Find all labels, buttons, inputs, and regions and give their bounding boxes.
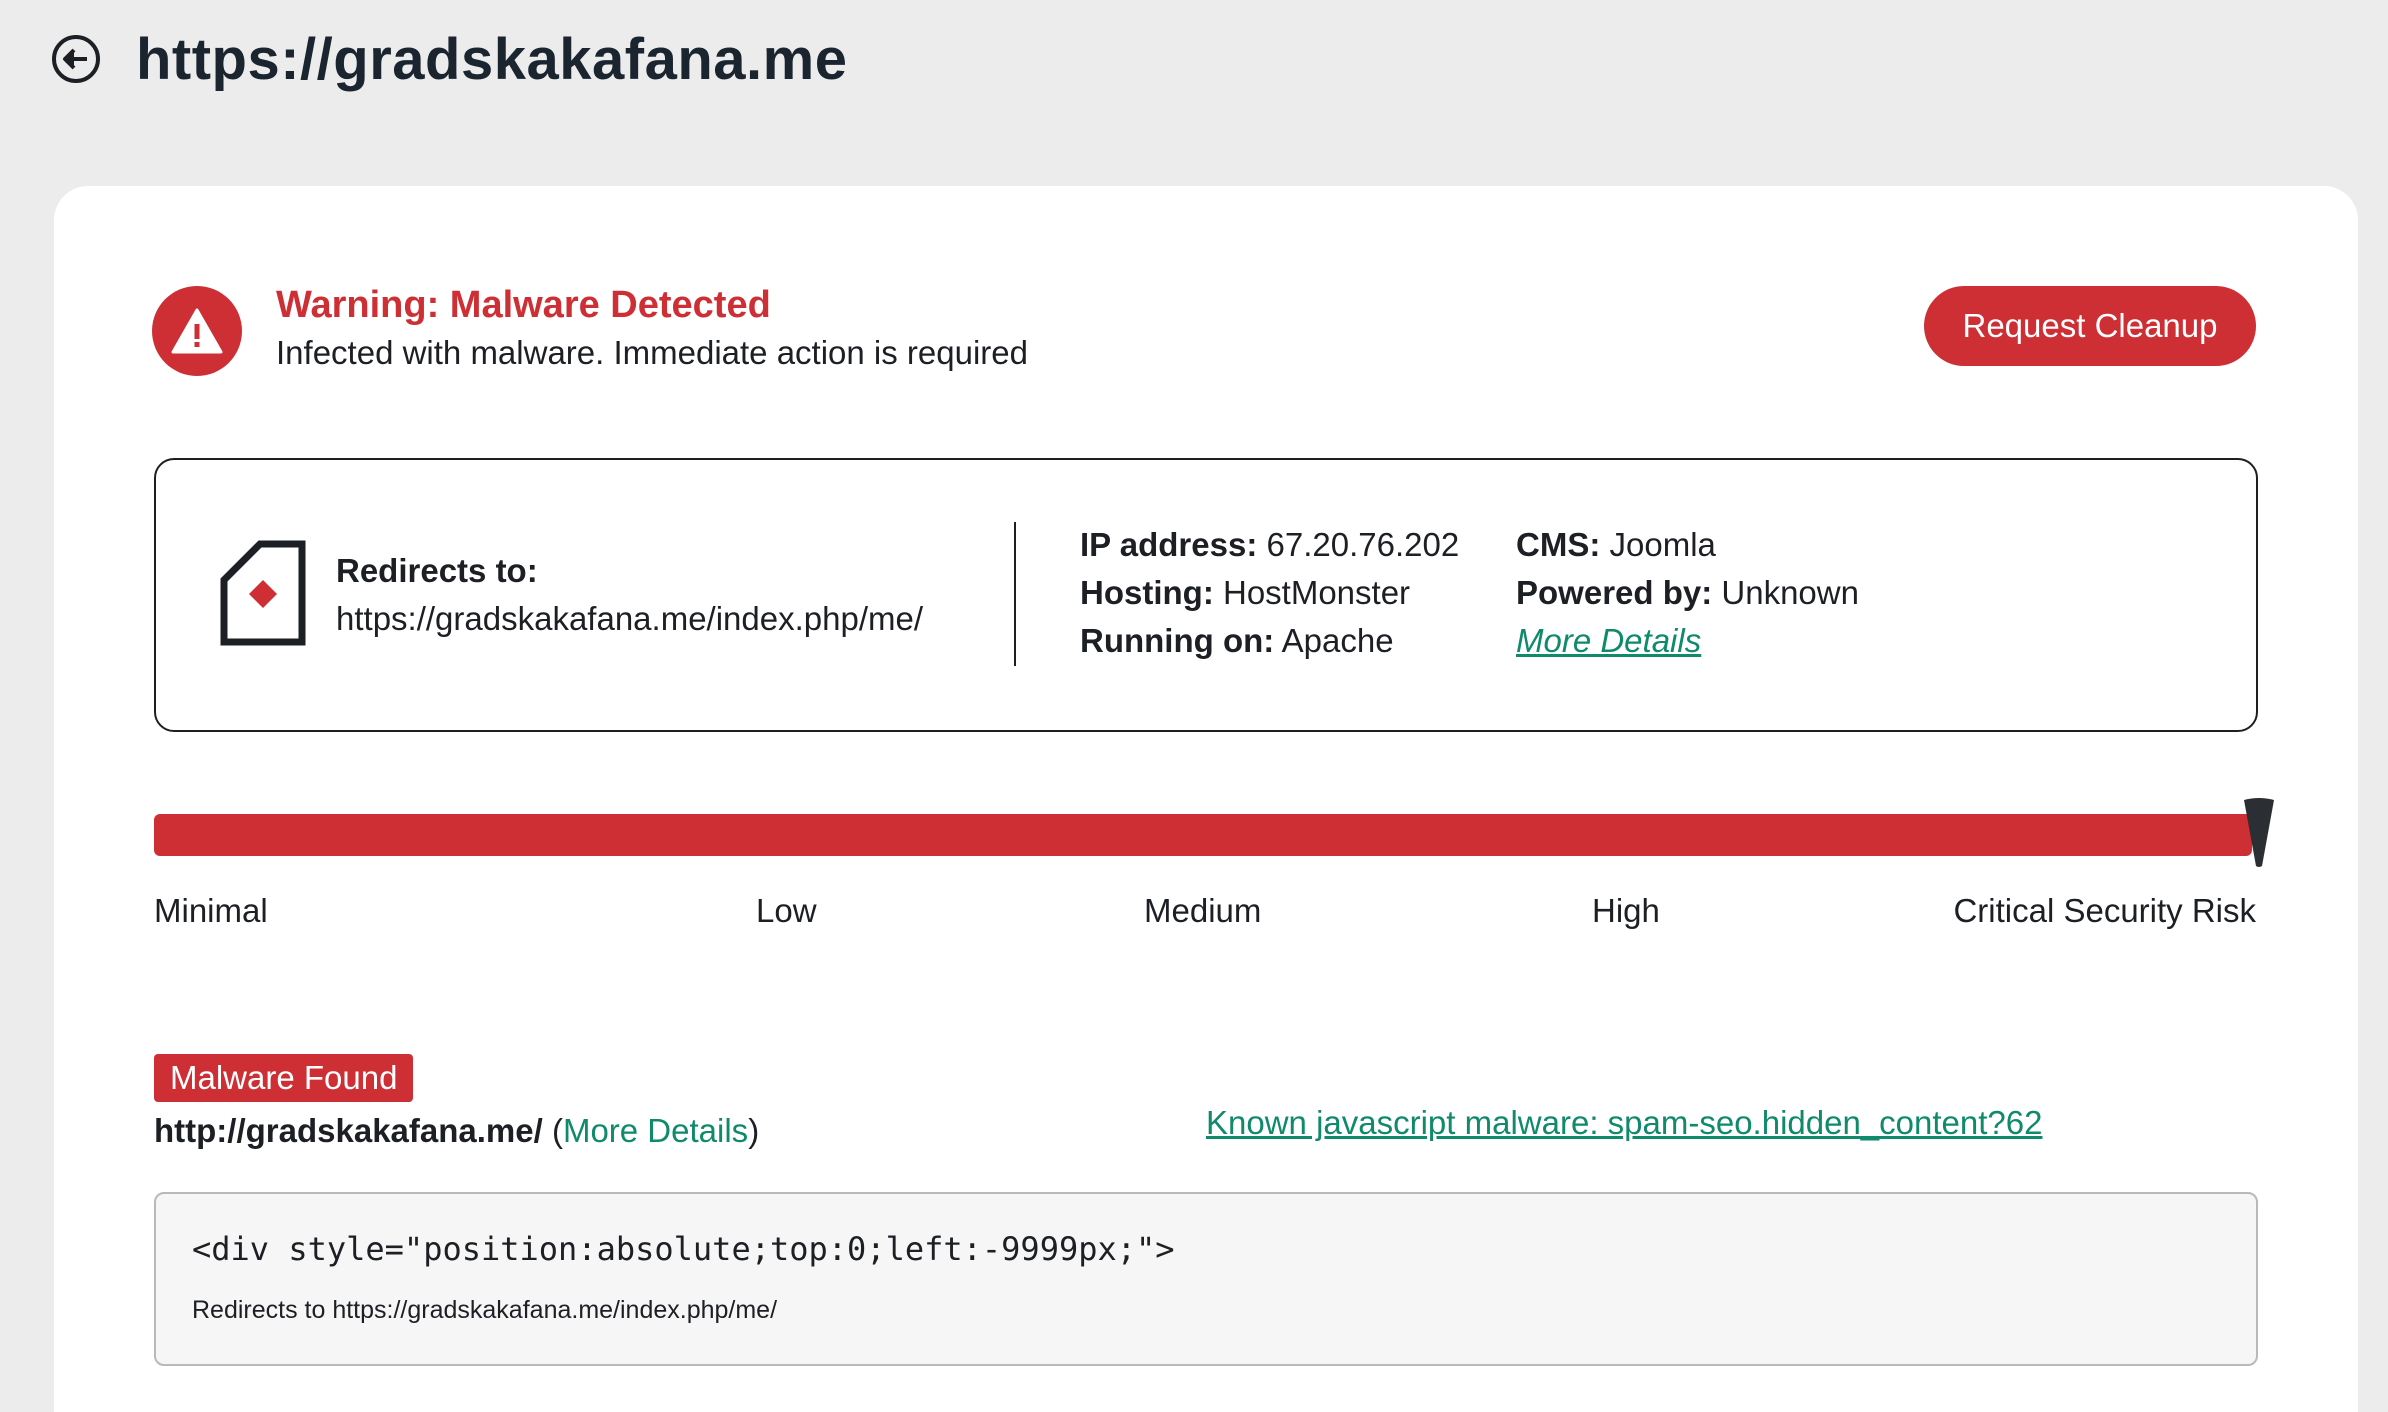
malware-code-note: Redirects to https://gradskakafana.me/in… bbox=[192, 1296, 778, 1324]
warning-subtitle: Infected with malware. Immediate action … bbox=[276, 334, 1029, 371]
more-details-link[interactable]: More Details bbox=[1516, 622, 1701, 659]
risk-label-high: High bbox=[1592, 892, 1660, 929]
paren-open: ( bbox=[542, 1112, 563, 1149]
malware-code-snippet: <div style="position:absolute;top:0;left… bbox=[192, 1230, 1175, 1268]
risk-meter-bar bbox=[154, 814, 2252, 856]
running-on-label: Running on: bbox=[1080, 622, 1275, 659]
warning-title: Warning: Malware Detected bbox=[276, 284, 771, 326]
scan-result-card: Warning: Malware Detected Infected with … bbox=[54, 186, 2358, 1412]
redirect-label: Redirects to: bbox=[336, 552, 538, 589]
site-info-box: Redirects to: https://gradskakafana.me/i… bbox=[154, 458, 2258, 732]
ip-address-row: IP address: 67.20.76.202 bbox=[1080, 526, 1459, 564]
risk-label-low: Low bbox=[756, 892, 817, 929]
warning-icon bbox=[152, 286, 242, 376]
more-details-row: More Details bbox=[1516, 622, 1701, 660]
hosting-row: Hosting: HostMonster bbox=[1080, 574, 1410, 612]
running-on-value: Apache bbox=[1281, 622, 1394, 659]
page: https://gradskakafana.me Warning: Malwar… bbox=[0, 0, 2388, 1412]
risk-label-medium: Medium bbox=[1144, 892, 1262, 929]
cms-label: CMS: bbox=[1516, 526, 1601, 563]
powered-by-value: Unknown bbox=[1721, 574, 1859, 611]
running-on-row: Running on: Apache bbox=[1080, 622, 1394, 660]
malware-url: http://gradskakafana.me/ bbox=[154, 1112, 543, 1149]
paren-close: ) bbox=[748, 1112, 760, 1149]
powered-by-label: Powered by: bbox=[1516, 574, 1713, 611]
hosting-label: Hosting: bbox=[1080, 574, 1214, 611]
powered-by-row: Powered by: Unknown bbox=[1516, 574, 1859, 612]
risk-level-marker-icon bbox=[2244, 798, 2274, 867]
malware-code-box: <div style="position:absolute;top:0;left… bbox=[154, 1192, 2258, 1366]
redirect-page-icon bbox=[220, 540, 306, 646]
risk-label-critical: Critical Security Risk bbox=[1953, 892, 2256, 929]
risk-label-minimal: Minimal bbox=[154, 892, 268, 929]
ip-address-label: IP address: bbox=[1080, 526, 1258, 563]
redirect-url: https://gradskakafana.me/index.php/me/ bbox=[336, 600, 924, 637]
malware-url-line: http://gradskakafana.me/ (More Details) bbox=[154, 1112, 759, 1150]
site-url-title: https://gradskakafana.me bbox=[136, 26, 848, 92]
malware-more-details-link[interactable]: More Details bbox=[563, 1112, 748, 1149]
malware-found-badge: Malware Found bbox=[154, 1054, 414, 1102]
back-button[interactable] bbox=[52, 35, 100, 83]
ip-address-value: 67.20.76.202 bbox=[1266, 526, 1460, 563]
cms-row: CMS: Joomla bbox=[1516, 526, 1716, 564]
hosting-value: HostMonster bbox=[1222, 574, 1411, 611]
cms-value: Joomla bbox=[1609, 526, 1716, 563]
arrow-left-circle-icon bbox=[63, 48, 87, 70]
request-cleanup-button[interactable]: Request Cleanup bbox=[1924, 286, 2256, 366]
known-malware-signature-link[interactable]: Known javascript malware: spam-seo.hidde… bbox=[1206, 1104, 2042, 1142]
info-divider bbox=[1014, 522, 1016, 666]
header: https://gradskakafana.me bbox=[52, 24, 847, 94]
